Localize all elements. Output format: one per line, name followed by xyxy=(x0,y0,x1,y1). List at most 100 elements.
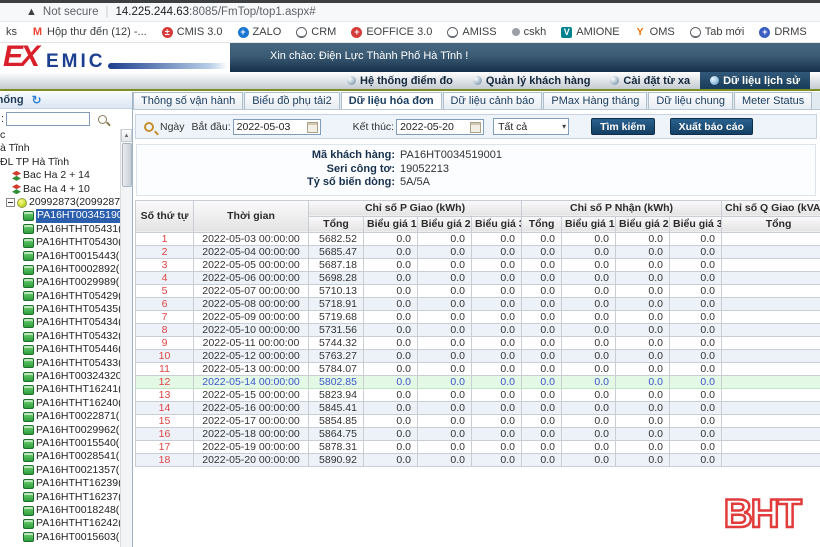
chevron-down-icon: ▾ xyxy=(562,122,566,131)
bookmark-item[interactable]: MHộp thư đến (12) -... xyxy=(32,26,147,38)
tree-item[interactable]: PA16HT0021357(190 xyxy=(0,464,120,477)
table-cell: 0.0 xyxy=(364,232,418,245)
tree-item[interactable]: PA16HTHT16239(190 xyxy=(0,477,120,490)
tree-item[interactable]: PA16HTHT16242(190 xyxy=(0,517,120,530)
tree-item[interactable]: Bac Ha 4 + 10 xyxy=(0,183,120,196)
table-row[interactable]: 142022-05-16 00:00:005845.410.00.00.00.0… xyxy=(136,401,820,414)
sidebar-search-input[interactable] xyxy=(6,112,90,126)
tree-item[interactable]: c xyxy=(0,129,120,142)
tree-item[interactable]: PA16HTHT16237(190 xyxy=(0,491,120,504)
col-subheader: Biểu giá 2 xyxy=(616,216,670,232)
table-row[interactable]: 182022-05-20 00:00:005890.920.00.00.00.0… xyxy=(136,453,820,466)
tree-item[interactable]: PA16HTHT05432(190 xyxy=(0,330,120,343)
end-date-field xyxy=(396,119,484,135)
table-row[interactable]: 72022-05-09 00:00:005719.680.00.00.00.00… xyxy=(136,310,820,323)
collapse-icon[interactable] xyxy=(6,198,15,207)
search-icon[interactable] xyxy=(98,115,107,124)
bookmark-item[interactable]: YOMS xyxy=(635,26,675,38)
tree-item[interactable]: PA16HT0022871(190 xyxy=(0,410,120,423)
tree-item[interactable]: PA16HT0028541(190 xyxy=(0,450,120,463)
bookmark-item[interactable]: ±CMIS 3.0 xyxy=(162,26,223,38)
tree-item[interactable]: PA16HTHT05430(190 xyxy=(0,236,120,249)
bookmark-item[interactable]: +ZALO xyxy=(238,26,282,38)
tree-item[interactable]: PA16HTHT05429(190 xyxy=(0,290,120,303)
table-cell: 0.0 xyxy=(670,323,722,336)
bookmark-item[interactable]: CRM xyxy=(296,26,336,38)
sidebar-title: thống xyxy=(0,94,24,106)
tab[interactable]: Dữ liệu chung xyxy=(648,92,733,109)
table-row[interactable]: 82022-05-10 00:00:005731.560.00.00.00.00… xyxy=(136,323,820,336)
table-cell: 0.0 xyxy=(472,271,522,284)
bookmark-item[interactable]: +DRMS xyxy=(759,26,806,38)
table-row[interactable]: 12022-05-03 00:00:005682.520.00.00.00.00… xyxy=(136,232,820,245)
table-row[interactable]: 92022-05-11 00:00:005744.320.00.00.00.00… xyxy=(136,336,820,349)
table-row[interactable]: 172022-05-19 00:00:005878.310.00.00.00.0… xyxy=(136,440,820,453)
tree-item[interactable]: ĐL TP Hà Tĩnh xyxy=(0,156,120,169)
tree-item[interactable]: à Tĩnh xyxy=(0,142,120,155)
tree-item[interactable]: PA16HT0034519001( xyxy=(0,209,120,222)
filter-select[interactable]: Tất cả ▾ xyxy=(493,118,569,135)
bookmark-item[interactable]: cskh xyxy=(512,26,547,38)
tree-item[interactable]: PA16HT0029989(190 xyxy=(0,276,120,289)
tree-item[interactable]: Bac Ha 2 + 14 xyxy=(0,169,120,182)
menu-item[interactable]: Hệ thống điểm đo xyxy=(337,72,463,89)
tree-item[interactable]: PA16HT0015603(190 xyxy=(0,531,120,544)
tree-item[interactable]: PA16HTHT16240(190 xyxy=(0,397,120,410)
bookmark-label: CRM xyxy=(311,26,336,38)
table-row[interactable]: 62022-05-08 00:00:005718.910.00.00.00.00… xyxy=(136,297,820,310)
refresh-icon[interactable]: ↻ xyxy=(32,93,42,107)
table-row[interactable]: 122022-05-14 00:00:005802.850.00.00.00.0… xyxy=(136,375,820,388)
tree-item[interactable]: PA16HT0002892(190 xyxy=(0,263,120,276)
tab[interactable]: Meter Status xyxy=(734,92,812,109)
scroll-up-icon[interactable]: ▲ xyxy=(121,129,132,142)
customer-info: Mã khách hàng: PA16HT0034519001 Seri côn… xyxy=(136,144,816,196)
address-bar[interactable]: ▲ Not secure | 14.225.244.63 :8085/FmTop… xyxy=(0,3,820,22)
tab[interactable]: Dữ liệu hóa đơn xyxy=(341,92,442,109)
bookmark-item[interactable]: VAMIONE xyxy=(561,26,619,38)
tab[interactable]: Thông số vận hành xyxy=(133,92,243,109)
tree-item[interactable]: PA16HTHT05435(190 xyxy=(0,303,120,316)
tree-item[interactable]: PA16HTHT16241(190 xyxy=(0,383,120,396)
calendar-icon[interactable] xyxy=(470,122,481,133)
tree-item[interactable]: PA16HTHT05446(190 xyxy=(0,343,120,356)
bookmark-item[interactable]: AMISS xyxy=(447,26,496,38)
start-date-input[interactable] xyxy=(237,121,304,133)
bookmark-item[interactable]: Tab mới xyxy=(690,26,745,38)
tree-item[interactable]: PA16HT0015443(190 xyxy=(0,250,120,263)
table-row[interactable]: 162022-05-18 00:00:005864.750.00.00.00.0… xyxy=(136,427,820,440)
calendar-icon[interactable] xyxy=(307,122,318,133)
end-date-input[interactable] xyxy=(400,121,467,133)
table-row[interactable]: 52022-05-07 00:00:005710.130.00.00.00.00… xyxy=(136,284,820,297)
bookmark-item[interactable]: ks xyxy=(2,26,17,38)
table-cell: 12 xyxy=(136,375,194,388)
tab[interactable]: PMax Hàng tháng xyxy=(543,92,647,109)
table-row[interactable]: 112022-05-13 00:00:005784.070.00.00.00.0… xyxy=(136,362,820,375)
bookmark-item[interactable]: +EOFFICE 3.0 xyxy=(351,26,432,38)
table-row[interactable]: 32022-05-05 00:00:005687.180.00.00.00.00… xyxy=(136,258,820,271)
table-row[interactable]: 102022-05-12 00:00:005763.270.00.00.00.0… xyxy=(136,349,820,362)
table-row[interactable]: 152022-05-17 00:00:005854.850.00.00.00.0… xyxy=(136,414,820,427)
tree-item[interactable]: PA16HTHT05434(190 xyxy=(0,316,120,329)
tree-item[interactable]: PA16HTHT05431(190 xyxy=(0,223,120,236)
menu-item[interactable]: Quản lý khách hàng xyxy=(463,72,601,89)
table-cell: 4 xyxy=(136,271,194,284)
tree-item[interactable]: PA16HT0029962(190 xyxy=(0,424,120,437)
table-row[interactable]: 42022-05-06 00:00:005698.280.00.00.00.00… xyxy=(136,271,820,284)
export-report-button[interactable]: Xuất báo cáo xyxy=(670,118,753,135)
search-button[interactable]: Tìm kiếm xyxy=(591,118,655,135)
tree-scrollbar[interactable]: ▲ xyxy=(120,129,132,547)
main-menu: Hệ thống điểm đoQuản lý khách hàngCài đặ… xyxy=(0,72,820,89)
table-cell: 5763.27 xyxy=(309,349,364,362)
tree-item[interactable]: PA16HT0018248(190 xyxy=(0,504,120,517)
menu-item[interactable]: Cài đặt từ xa xyxy=(600,72,700,89)
table-row[interactable]: 22022-05-04 00:00:005685.470.00.00.00.00… xyxy=(136,245,820,258)
tree-item[interactable]: PA16HT0015540(190 xyxy=(0,437,120,450)
tree-item[interactable]: 20992873(20992873) xyxy=(0,196,120,209)
table-row[interactable]: 132022-05-15 00:00:005823.940.00.00.00.0… xyxy=(136,388,820,401)
tab[interactable]: Biểu đồ phụ tải2 xyxy=(244,92,340,109)
scroll-thumb[interactable] xyxy=(122,143,132,187)
tree-item[interactable]: PA16HTHT05433(190 xyxy=(0,357,120,370)
tab[interactable]: Dữ liệu cảnh báo xyxy=(443,92,543,109)
menu-item[interactable]: Dữ liệu lịch sử xyxy=(700,72,810,89)
tree-item[interactable]: PA16HT0032432001( xyxy=(0,370,120,383)
